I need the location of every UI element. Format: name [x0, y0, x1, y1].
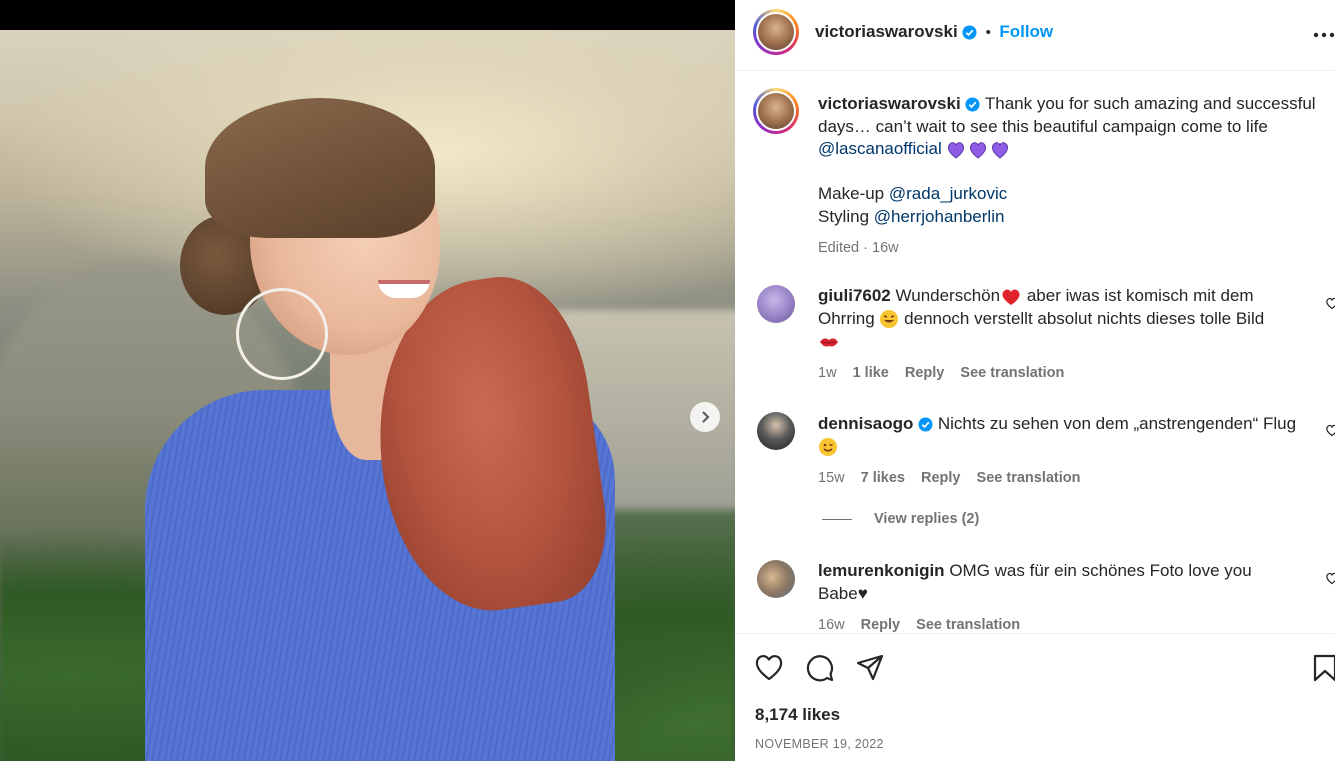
- see-translation-button[interactable]: See translation: [916, 617, 1020, 633]
- author-avatar[interactable]: [753, 9, 799, 55]
- post-date[interactable]: NOVEMBER 19, 2022: [755, 737, 884, 751]
- separator-dot: •: [985, 24, 991, 41]
- like-heart-icon[interactable]: [754, 653, 784, 681]
- comment-item: lemurenkonigin OMG was für ein schönes F…: [818, 560, 1288, 633]
- makeup-label: Make-up: [818, 184, 885, 203]
- caption-edited-time: Edited · 16w: [818, 240, 899, 256]
- media-top-bar: [0, 0, 735, 30]
- reply-button[interactable]: Reply: [905, 365, 945, 381]
- purple-heart-icon: [948, 141, 1009, 159]
- comment-text: dennoch verstellt absolut nichts dieses …: [904, 308, 1265, 328]
- comment-text: Wunderschön: [895, 286, 1001, 305]
- save-bookmark-icon[interactable]: [1313, 654, 1335, 682]
- winking-emoji-icon: [819, 438, 837, 457]
- laughing-emoji-icon: [880, 310, 899, 329]
- comment-username[interactable]: lemurenkonigin: [818, 561, 945, 580]
- styling-label: Styling: [818, 206, 870, 226]
- comment-likes[interactable]: 1 like: [853, 365, 889, 381]
- next-image-button[interactable]: [690, 402, 720, 432]
- comment-username[interactable]: dennisaogo: [818, 414, 913, 433]
- comment-avatar[interactable]: [757, 285, 795, 323]
- caption-avatar[interactable]: [753, 88, 799, 134]
- comment-meta: 16w Reply See translation: [818, 614, 1288, 633]
- comment-likes[interactable]: 7 likes: [861, 470, 905, 486]
- follow-button[interactable]: Follow: [999, 22, 1053, 41]
- comment-bubble-icon[interactable]: [805, 653, 835, 683]
- caption-username[interactable]: victoriaswarovski: [818, 94, 961, 113]
- comment-avatar[interactable]: [757, 412, 795, 450]
- see-translation-button[interactable]: See translation: [960, 365, 1064, 381]
- comment-username[interactable]: giuli7602: [818, 286, 891, 305]
- comment-time: 1w: [818, 364, 837, 381]
- post-side-panel: victoriaswarovski • Follow victoriaswaro…: [735, 0, 1335, 761]
- photo-earring: [236, 288, 328, 380]
- verified-badge-icon: [965, 97, 980, 112]
- purple-hearts-emoji: [946, 139, 1010, 159]
- mention-rada-jurkovic[interactable]: @rada_jurkovic: [889, 184, 1007, 203]
- verified-badge-icon: [962, 25, 977, 40]
- kiss-lips-icon: [820, 337, 838, 347]
- chevron-right-icon: [702, 411, 710, 423]
- verified-badge-icon: [918, 417, 933, 432]
- post-actions: 8,174 likes NOVEMBER 19, 2022: [735, 633, 1335, 761]
- caption: victoriaswarovski Thank you for such ama…: [818, 93, 1323, 260]
- like-comment-heart-icon[interactable]: [1325, 423, 1335, 437]
- view-replies-button[interactable]: View replies (2): [874, 511, 979, 527]
- more-options-icon[interactable]: [1313, 28, 1335, 42]
- comments-list[interactable]: victoriaswarovski Thank you for such ama…: [735, 71, 1335, 633]
- see-translation-button[interactable]: See translation: [977, 470, 1081, 486]
- post-header: victoriaswarovski • Follow: [735, 0, 1335, 71]
- view-replies[interactable]: View replies (2): [822, 511, 979, 527]
- like-comment-heart-icon[interactable]: [1325, 571, 1335, 585]
- comment-time: 16w: [818, 617, 845, 633]
- likes-count[interactable]: 8,174 likes: [755, 705, 840, 725]
- reply-button[interactable]: Reply: [921, 470, 961, 486]
- author-username[interactable]: victoriaswarovski: [815, 22, 958, 41]
- red-heart-icon: [1002, 288, 1020, 305]
- post-photo[interactable]: [0, 30, 735, 761]
- mention-lascanaofficial[interactable]: @lascanaofficial: [818, 139, 942, 158]
- reply-button[interactable]: Reply: [861, 617, 901, 633]
- comment-time: 15w: [818, 470, 845, 486]
- comment-item: giuli7602 Wunderschön aber iwas ist komi…: [818, 285, 1288, 384]
- comment-meta: 1w 1 like Reply See translation: [818, 362, 1288, 385]
- like-comment-heart-icon[interactable]: [1325, 296, 1335, 310]
- comment-item: dennisaogo Nichts zu sehen von dem „anst…: [818, 413, 1308, 490]
- comment-text: Nichts zu sehen von dem „anstrengenden“ …: [937, 414, 1297, 433]
- view-replies-line: [822, 518, 852, 520]
- comment-avatar[interactable]: [757, 560, 795, 598]
- share-paper-plane-icon[interactable]: [856, 654, 884, 682]
- comment-meta: 15w 7 likes Reply See translation: [818, 467, 1308, 490]
- mention-herrjohanberlin[interactable]: @herrjohanberlin: [874, 207, 1005, 226]
